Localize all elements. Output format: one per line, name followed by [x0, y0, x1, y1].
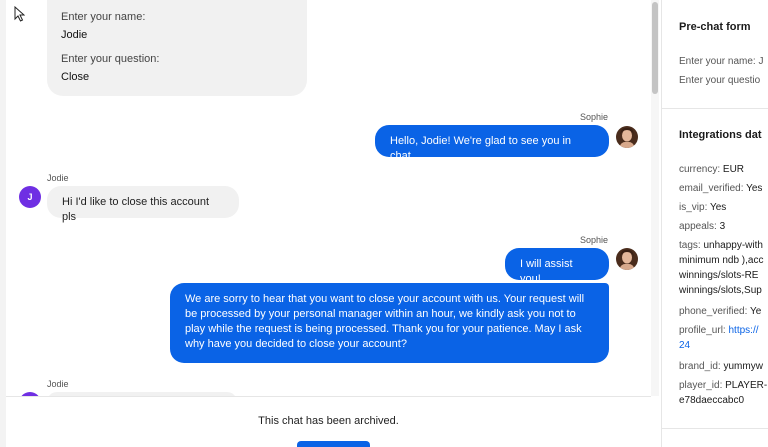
name-value: Jodie	[61, 29, 88, 41]
sender-name: Sophie	[580, 235, 609, 245]
integrations-title: Integrations dat	[679, 129, 762, 141]
archived-bar: This chat has been archived.	[6, 396, 651, 447]
prechat-line: Enter your questio	[679, 75, 761, 86]
name-label: Enter your name:	[61, 11, 146, 23]
prechat-title: Pre-chat form	[679, 21, 751, 33]
prechat-bubble: Enter your name: Jodie Enter your questi…	[47, 0, 307, 96]
message-bubble: I will assist you!	[505, 248, 609, 285]
sender-name: Jodie	[47, 173, 69, 183]
chat-pane: Enter your name: Jodie Enter your questi…	[0, 0, 661, 447]
archived-text: This chat has been archived.	[258, 415, 399, 427]
avatar-sophie	[616, 126, 638, 148]
panel-rule	[662, 108, 768, 109]
sender-name: Sophie	[580, 112, 609, 122]
field-brand-id: brand_id: yummyw	[679, 361, 763, 372]
panel-rule	[662, 428, 768, 429]
field-appeals: appeals: 3	[679, 221, 726, 232]
profile-url-link[interactable]: https://	[728, 325, 758, 336]
scroll-thumb[interactable]	[652, 2, 658, 94]
field-email-verified: email_verified: Yes	[679, 183, 763, 194]
message-bubble: We are sorry to hear that you want to cl…	[170, 283, 609, 363]
field-tags-cont: winnings/slots-RE	[679, 270, 759, 281]
message-bubble: Hi I'd like to close this account pls	[47, 186, 239, 223]
field-is-vip: is_vip: Yes	[679, 202, 727, 213]
archived-button[interactable]	[297, 441, 370, 447]
info-panel: Pre-chat form Enter your name: J Enter y…	[662, 0, 768, 447]
scrollbar[interactable]	[651, 0, 659, 396]
prechat-line: Enter your name: J	[679, 56, 764, 67]
field-tags-cont: minimum ndb ),acc	[679, 255, 764, 266]
field-tags-cont: winnings/slots,Sup	[679, 285, 762, 296]
avatar-jodie: J	[19, 186, 41, 208]
question-label: Enter your question:	[61, 53, 160, 65]
sender-name: Jodie	[47, 379, 69, 389]
field-profile-url: profile_url: https://	[679, 325, 759, 336]
field-player-id-cont: e78daeccabc0	[679, 395, 745, 406]
left-edge	[0, 0, 6, 447]
field-phone-verified: phone_verified: Ye	[679, 306, 762, 317]
question-value: Close	[61, 71, 90, 83]
field-tags: tags: unhappy-with	[679, 240, 763, 251]
field-profile-url-cont: 24	[679, 340, 691, 351]
field-player-id: player_id: PLAYER-	[679, 380, 768, 391]
cursor-icon	[14, 6, 25, 22]
field-currency: currency: EUR	[679, 164, 745, 175]
message-bubble: Hello, Jodie! We're glad to see you in c…	[375, 125, 609, 162]
avatar-sophie	[616, 248, 638, 270]
